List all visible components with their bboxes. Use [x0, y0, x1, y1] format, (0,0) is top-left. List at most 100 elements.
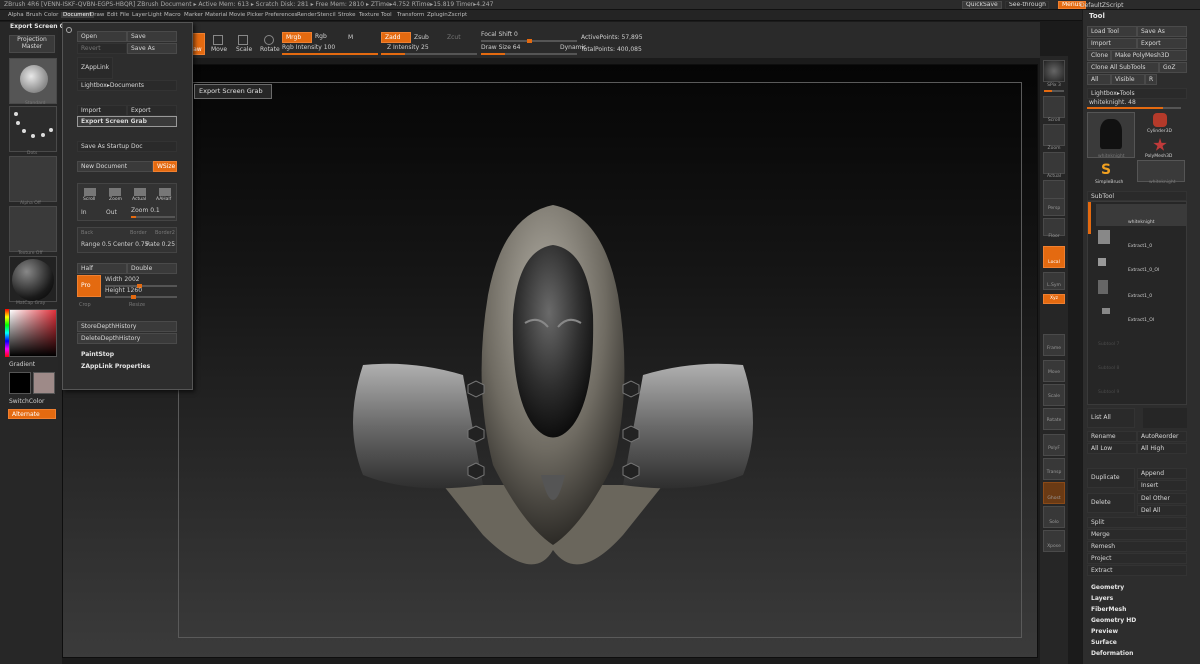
spix-icon[interactable] — [1043, 60, 1065, 82]
menu-marker[interactable]: Marker — [184, 12, 203, 18]
texture-thumbnail[interactable] — [9, 206, 57, 252]
rgb-intensity-label[interactable]: Rgb Intensity 100 — [282, 44, 335, 51]
menu-light[interactable]: Light — [148, 12, 162, 18]
section-fibermesh[interactable]: FiberMesh — [1091, 606, 1126, 613]
export-screen-grab-button[interactable]: Export Screen Grab — [77, 116, 177, 127]
z-intensity-label[interactable]: Z Intensity 25 — [387, 44, 429, 51]
aahalf-icon[interactable] — [159, 188, 171, 196]
menu-file[interactable]: File — [120, 12, 129, 18]
secondary-color-swatch[interactable] — [33, 372, 55, 394]
menu-macro[interactable]: Macro — [164, 12, 181, 18]
make-polymesh-button[interactable]: Make PolyMesh3D — [1111, 50, 1187, 61]
menu-material[interactable]: Material — [205, 12, 227, 18]
move-button[interactable]: Move — [207, 33, 229, 55]
simplebrush-icon[interactable]: S — [1101, 162, 1115, 178]
store-depth-history-button[interactable]: StoreDepthHistory — [77, 321, 177, 332]
menu-movie[interactable]: Movie — [229, 12, 245, 18]
gradient-label[interactable]: Gradient — [9, 361, 35, 368]
menu-layer[interactable]: Layer — [132, 12, 147, 18]
section-preview[interactable]: Preview — [1091, 628, 1118, 635]
tool-slider[interactable] — [1087, 107, 1181, 109]
delete-depth-history-button[interactable]: DeleteDepthHistory — [77, 333, 177, 344]
menu-zscript[interactable]: Zscript — [448, 12, 467, 18]
frame-icon[interactable] — [1043, 334, 1065, 356]
zoom-in-button[interactable]: In — [81, 209, 87, 216]
half-button[interactable]: Half — [77, 263, 127, 274]
open-button[interactable]: Open — [77, 31, 127, 42]
new-document-button[interactable]: New Document — [77, 161, 153, 172]
actual-icon[interactable] — [1043, 152, 1065, 174]
brush-thumbnail[interactable] — [9, 58, 57, 104]
double-button[interactable]: Double — [127, 263, 177, 274]
alternate-button[interactable]: Alternate — [8, 409, 56, 419]
see-through-slider[interactable]: See-through 0 — [1005, 1, 1049, 9]
menu-alpha[interactable]: Alpha — [8, 12, 24, 18]
main-color-swatch[interactable] — [9, 372, 31, 394]
clone-button[interactable]: Clone — [1087, 50, 1111, 61]
zoom-slider[interactable] — [131, 216, 175, 218]
stroke-thumbnail[interactable] — [9, 106, 57, 152]
switchcolor-button[interactable]: SwitchColor — [9, 398, 45, 405]
height-label[interactable]: Height 1260 — [105, 287, 142, 294]
del-other-button[interactable]: Del Other — [1137, 493, 1187, 504]
pro-button[interactable]: Pro — [77, 275, 101, 297]
list-all-button[interactable]: List All — [1087, 408, 1135, 428]
del-all-button[interactable]: Del All — [1137, 505, 1187, 516]
cylinder-icon[interactable] — [1153, 113, 1167, 127]
zcut-button[interactable]: Zcut — [447, 34, 461, 41]
crop-button[interactable]: Crop — [79, 302, 91, 308]
menu-zplugin[interactable]: Zplugin — [427, 12, 448, 18]
transp-icon[interactable] — [1043, 458, 1065, 480]
menu-texture[interactable]: Texture — [359, 12, 379, 18]
paintstop-button[interactable]: PaintStop — [81, 351, 114, 358]
mrgb-button[interactable]: Mrgb — [282, 32, 312, 43]
quicksave-button[interactable]: QuickSave — [962, 1, 1002, 9]
rotate-button[interactable]: Rotate — [258, 33, 280, 55]
z-intensity-slider[interactable] — [381, 53, 477, 55]
focal-shift-slider[interactable] — [481, 39, 577, 43]
polyf-icon[interactable] — [1043, 434, 1065, 456]
menu-stroke[interactable]: Stroke — [338, 12, 356, 18]
delete-button[interactable]: Delete — [1087, 493, 1135, 513]
revert-button[interactable]: Revert — [77, 43, 127, 54]
load-tool-button[interactable]: Load Tool — [1087, 26, 1137, 37]
clone-all-subtools-button[interactable]: Clone All SubTools — [1087, 62, 1159, 73]
menu-draw[interactable]: Draw — [90, 12, 104, 18]
draw-size-label[interactable]: Draw Size 64 — [481, 44, 520, 51]
current-tool-label[interactable]: whiteknight. 48 — [1089, 99, 1136, 106]
actual-icon[interactable] — [134, 188, 146, 196]
rate-label[interactable]: Rate 0.25 — [146, 241, 175, 248]
duplicate-button[interactable]: Duplicate — [1087, 468, 1135, 488]
zapplink-button[interactable]: ZAppLink — [77, 57, 113, 79]
tool-export-button[interactable]: Export — [1137, 38, 1187, 49]
merge-button[interactable]: Merge — [1087, 529, 1187, 540]
rgb-button[interactable]: Rgb — [312, 32, 342, 41]
split-button[interactable]: Split — [1087, 517, 1187, 528]
refresh-icon[interactable] — [66, 27, 72, 33]
alpha-thumbnail[interactable] — [9, 156, 57, 202]
goz-button[interactable]: GoZ — [1159, 62, 1187, 73]
subtool-arrow-buttons[interactable] — [1143, 408, 1187, 428]
export-button[interactable]: Export — [127, 105, 177, 116]
zoom-icon[interactable] — [109, 188, 121, 196]
zoom-value-label[interactable]: Zoom 0.1 — [131, 207, 160, 214]
menu-edit[interactable]: Edit — [107, 12, 118, 18]
project-button[interactable]: Project — [1087, 553, 1187, 564]
zoom-icon[interactable] — [1043, 124, 1065, 146]
tool-save-as-button[interactable]: Save As — [1137, 26, 1187, 37]
subtool-thumb-3[interactable] — [1098, 280, 1108, 294]
draw-size-slider[interactable] — [481, 53, 577, 55]
remesh-button[interactable]: Remesh — [1087, 541, 1187, 552]
scale-button[interactable]: Scale — [232, 33, 254, 55]
all-low-button[interactable]: All Low — [1087, 443, 1137, 454]
zadd-button[interactable]: Zadd — [381, 32, 411, 43]
save-button[interactable]: Save — [127, 31, 177, 42]
section-geometry-hd[interactable]: Geometry HD — [1091, 617, 1136, 624]
center-label[interactable]: Center 0.75 — [113, 241, 148, 248]
save-as-button[interactable]: Save As — [127, 43, 177, 54]
color-picker[interactable] — [9, 309, 57, 357]
rename-button[interactable]: Rename — [1087, 431, 1137, 442]
menu-preferences[interactable]: Preferences — [265, 12, 297, 18]
menu-stencil[interactable]: Stencil — [317, 12, 336, 18]
section-deformation[interactable]: Deformation — [1091, 650, 1133, 657]
